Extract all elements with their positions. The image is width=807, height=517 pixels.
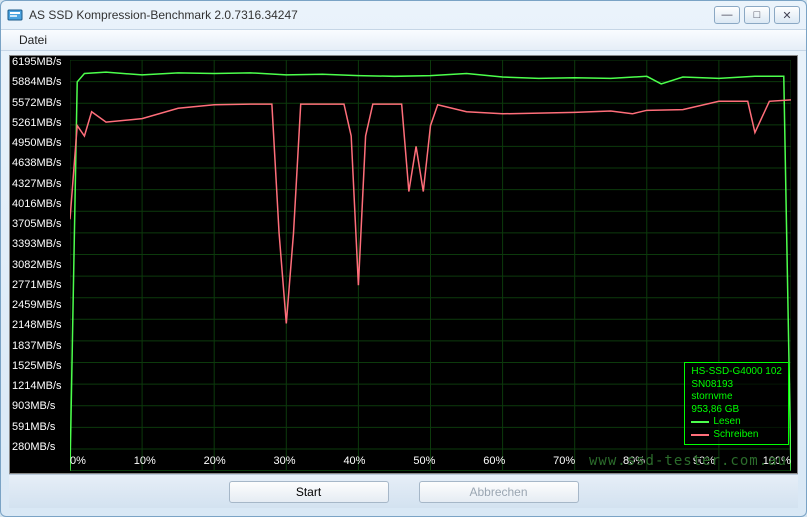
- x-tick: 20%: [204, 455, 226, 471]
- chart-area: 6195MB/s 5884MB/s 5572MB/s 5261MB/s 4950MB/s…: [9, 55, 798, 474]
- x-tick: 70%: [553, 455, 575, 471]
- window-title: AS SSD Kompression-Benchmark 2.0.7316.34…: [29, 8, 714, 22]
- y-tick: 591MB/s: [10, 421, 70, 433]
- y-tick: 3082MB/s: [10, 259, 70, 271]
- y-tick: 3705MB/s: [10, 218, 70, 230]
- content: 6195MB/s 5884MB/s 5572MB/s 5261MB/s 4950MB/s…: [1, 51, 806, 516]
- y-tick: 280MB/s: [10, 441, 70, 453]
- x-tick: 10%: [134, 455, 156, 471]
- chart-plot: [70, 60, 791, 471]
- legend-read-swatch: [691, 421, 709, 423]
- window-buttons: — □ ✕: [714, 6, 800, 24]
- x-tick: 40%: [343, 455, 365, 471]
- y-tick: 2459MB/s: [10, 299, 70, 311]
- y-axis-labels: 6195MB/s 5884MB/s 5572MB/s 5261MB/s 4950MB/s…: [10, 56, 70, 453]
- x-tick: 0%: [70, 455, 86, 471]
- app-icon: [7, 7, 23, 23]
- legend-serial: SN08193: [691, 379, 782, 392]
- legend-read-label: Lesen: [713, 416, 740, 429]
- legend-write-swatch: [691, 434, 709, 436]
- y-tick: 4327MB/s: [10, 178, 70, 190]
- button-row: Start Abbrechen: [9, 474, 798, 508]
- y-tick: 1214MB/s: [10, 380, 70, 392]
- y-tick: 5261MB/s: [10, 117, 70, 129]
- watermark: www.ssd-tester.com.au: [589, 453, 787, 469]
- titlebar: AS SSD Kompression-Benchmark 2.0.7316.34…: [1, 1, 806, 29]
- legend-device: HS-SSD-G4000 102: [691, 366, 782, 379]
- y-tick: 5572MB/s: [10, 97, 70, 109]
- app-window: AS SSD Kompression-Benchmark 2.0.7316.34…: [0, 0, 807, 517]
- y-tick: 4950MB/s: [10, 137, 70, 149]
- close-button[interactable]: ✕: [774, 6, 800, 24]
- x-tick: 30%: [274, 455, 296, 471]
- legend-write: Schreiben: [691, 429, 782, 442]
- y-tick: 2771MB/s: [10, 279, 70, 291]
- x-tick: 50%: [413, 455, 435, 471]
- legend-box: HS-SSD-G4000 102 SN08193 stornvme 953,86…: [684, 362, 789, 445]
- y-tick: 4638MB/s: [10, 157, 70, 169]
- menubar: Datei: [1, 29, 806, 51]
- legend-driver: stornvme: [691, 391, 782, 404]
- y-tick: 1525MB/s: [10, 360, 70, 372]
- maximize-button[interactable]: □: [744, 6, 770, 24]
- x-tick: 60%: [483, 455, 505, 471]
- legend-write-label: Schreiben: [713, 429, 758, 442]
- minimize-button[interactable]: —: [714, 6, 740, 24]
- y-tick: 5884MB/s: [10, 76, 70, 88]
- y-tick: 3393MB/s: [10, 238, 70, 250]
- legend-capacity: 953,86 GB: [691, 404, 782, 417]
- y-tick: 6195MB/s: [10, 56, 70, 68]
- menu-datei[interactable]: Datei: [11, 31, 55, 49]
- abort-button[interactable]: Abbrechen: [419, 481, 579, 503]
- start-button[interactable]: Start: [229, 481, 389, 503]
- y-tick: 903MB/s: [10, 400, 70, 412]
- y-tick: 1837MB/s: [10, 340, 70, 352]
- legend-read: Lesen: [691, 416, 782, 429]
- y-tick: 2148MB/s: [10, 319, 70, 331]
- y-tick: 4016MB/s: [10, 198, 70, 210]
